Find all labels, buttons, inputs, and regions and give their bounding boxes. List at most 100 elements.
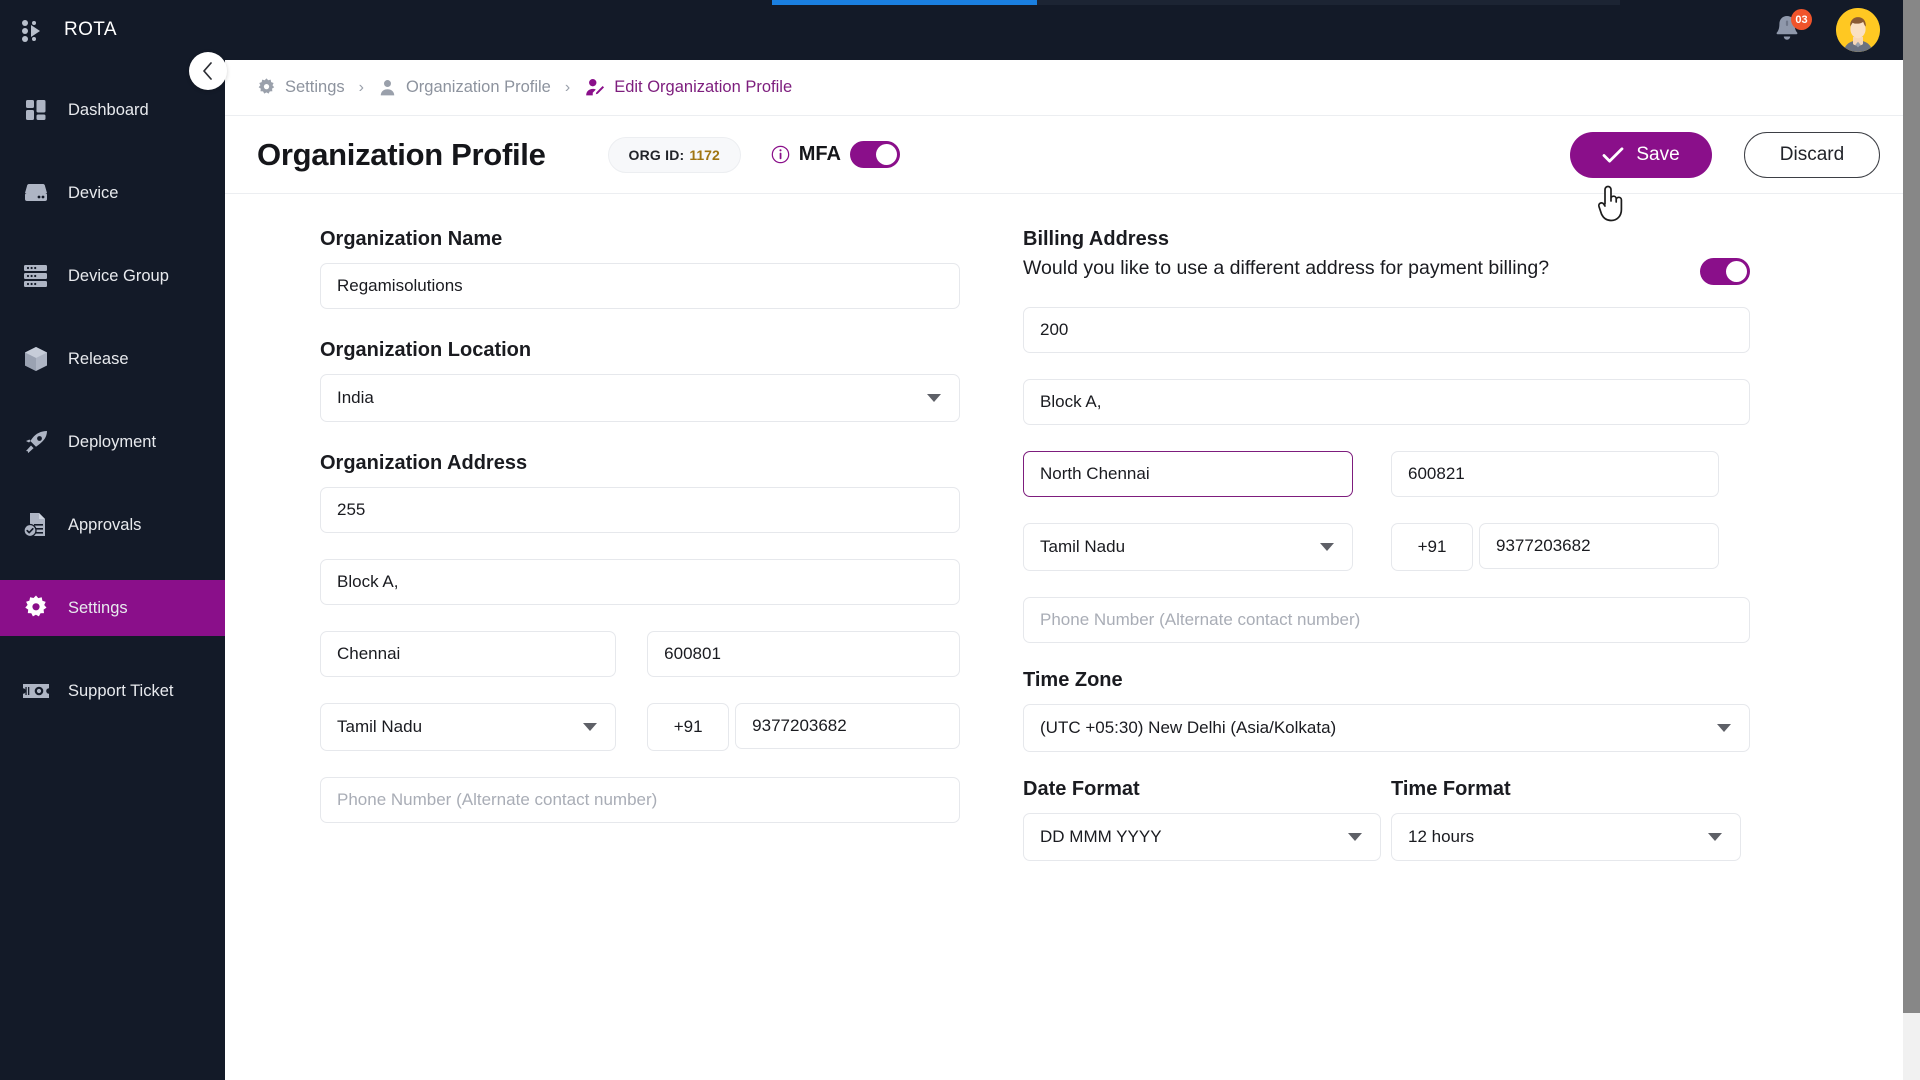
organization-address-line2-input[interactable]: Block A, — [320, 559, 960, 605]
sidebar-item-label: Deployment — [68, 433, 156, 452]
org-id-value: 1172 — [689, 147, 719, 163]
time-zone-select[interactable]: (UTC +05:30) New Delhi (Asia/Kolkata) — [1023, 704, 1750, 752]
billing-phone-input[interactable]: 9377203682 — [1479, 523, 1719, 569]
breadcrumb-item-edit-organization-profile[interactable]: Edit Organization Profile — [584, 77, 792, 98]
page-actions: Save Discard — [1570, 132, 1880, 178]
organization-name-input[interactable]: Regamisolutions — [320, 263, 960, 309]
billing-different-address-toggle[interactable] — [1700, 258, 1750, 285]
organization-address-state-select[interactable]: Tamil Nadu — [320, 703, 616, 751]
organization-location-select[interactable]: India — [320, 374, 960, 422]
billing-address-state-select[interactable]: Tamil Nadu — [1023, 523, 1353, 571]
organization-phone-input[interactable]: 9377203682 — [735, 703, 960, 749]
billing-address-header: Billing Address Would you like to use a … — [1023, 228, 1750, 285]
org-id-badge: ORG ID: 1172 — [608, 137, 741, 173]
breadcrumb-separator: › — [565, 79, 570, 97]
device-group-icon — [22, 262, 50, 290]
mfa-control: MFA — [771, 141, 900, 168]
billing-address-line2-input[interactable]: Block A, — [1023, 379, 1750, 425]
organization-address-city-zip-row: Chennai 600801 — [320, 631, 960, 677]
sidebar-item-label: Settings — [68, 599, 128, 618]
page-header: Organization Profile ORG ID: 1172 MFA — [225, 116, 1920, 194]
breadcrumb-item-organization-profile[interactable]: Organization Profile — [378, 78, 551, 97]
chevron-down-icon — [1320, 543, 1334, 551]
organization-location-value: India — [337, 388, 374, 408]
chevron-left-icon — [201, 62, 215, 80]
sidebar-collapse-button[interactable] — [189, 52, 227, 90]
sidebar-item-dashboard[interactable]: Dashboard — [0, 82, 225, 138]
billing-address-city-input[interactable]: North Chennai — [1023, 451, 1353, 497]
brand[interactable]: ROTA — [0, 0, 225, 60]
billing-address-zip-input[interactable]: 600821 — [1391, 451, 1719, 497]
sidebar-item-label: Approvals — [68, 516, 141, 535]
save-button[interactable]: Save — [1570, 132, 1712, 178]
discard-button-label: Discard — [1780, 144, 1844, 166]
notification-count-badge: 03 — [1791, 9, 1812, 30]
organization-phone-country-code[interactable]: +91 — [647, 703, 729, 751]
sidebar-item-release[interactable]: Release — [0, 331, 225, 387]
billing-details-column: Billing Address Would you like to use a … — [1005, 228, 1805, 1080]
date-time-format-row: Date Format DD MMM YYYY Time Format 12 h… — [1023, 778, 1750, 861]
chevron-down-icon — [927, 394, 941, 402]
breadcrumb-item-settings[interactable]: Settings — [257, 78, 345, 97]
notifications-button[interactable]: 03 — [1772, 13, 1806, 47]
info-circle-icon[interactable] — [771, 145, 790, 164]
sidebar-item-label: Device Group — [68, 267, 169, 286]
sidebar-item-device[interactable]: Device — [0, 165, 225, 221]
billing-alternate-phone-input[interactable]: Phone Number (Alternate contact number) — [1023, 597, 1750, 643]
sidebar-item-label: Device — [68, 184, 118, 203]
organization-address-label: Organization Address — [320, 452, 960, 475]
organization-address-city-input[interactable]: Chennai — [320, 631, 616, 677]
org-id-label: ORG ID: — [629, 147, 685, 163]
breadcrumb-separator: › — [359, 79, 364, 97]
time-format-select[interactable]: 12 hours — [1391, 813, 1741, 861]
billing-address-city-zip-row: North Chennai 600821 — [1023, 451, 1750, 497]
avatar[interactable] — [1836, 8, 1880, 52]
chevron-down-icon — [1348, 833, 1362, 841]
time-zone-label: Time Zone — [1023, 669, 1750, 692]
organization-profile-form: Organization Name Regamisolutions Organi… — [225, 194, 1920, 1080]
scrollbar-thumb[interactable] — [1903, 0, 1920, 1013]
chevron-down-icon — [1717, 724, 1731, 732]
billing-address-state-value: Tamil Nadu — [1040, 537, 1125, 557]
breadcrumb-item-label: Edit Organization Profile — [614, 78, 792, 97]
progress-segment-dark — [1037, 0, 1620, 5]
user-edit-icon — [584, 77, 605, 98]
organization-address-state-value: Tamil Nadu — [337, 717, 422, 737]
page-load-progress-bar — [0, 0, 1920, 5]
organization-address-zip-input[interactable]: 600801 — [647, 631, 960, 677]
rocket-icon — [22, 428, 50, 456]
billing-alternate-phone-placeholder: Phone Number (Alternate contact number) — [1040, 610, 1360, 630]
ticket-icon — [22, 677, 50, 705]
organization-address-line1-input[interactable]: 255 — [320, 487, 960, 533]
progress-segment-blue — [772, 0, 1037, 5]
mfa-toggle[interactable] — [850, 141, 900, 168]
sidebar-item-support-ticket[interactable]: Support Ticket — [0, 663, 225, 719]
date-format-select[interactable]: DD MMM YYYY — [1023, 813, 1381, 861]
sidebar-item-approvals[interactable]: Approvals — [0, 497, 225, 553]
sidebar-item-device-group[interactable]: Device Group — [0, 248, 225, 304]
brand-name: ROTA — [64, 19, 117, 41]
organization-alternate-phone-input[interactable]: Phone Number (Alternate contact number) — [320, 777, 960, 823]
page-title: Organization Profile — [257, 137, 546, 173]
billing-address-state-phone-row: Tamil Nadu +91 9377203682 — [1023, 523, 1750, 571]
time-format-value: 12 hours — [1408, 827, 1474, 847]
breadcrumb-item-label: Organization Profile — [406, 78, 551, 97]
main-area: 03 Settings — [225, 0, 1920, 1080]
billing-address-line1-input[interactable]: 200 — [1023, 307, 1750, 353]
sidebar-item-settings[interactable]: Settings — [0, 580, 225, 636]
billing-address-question: Would you like to use a different addres… — [1023, 255, 1676, 283]
time-zone-value: (UTC +05:30) New Delhi (Asia/Kolkata) — [1040, 718, 1336, 738]
discard-button[interactable]: Discard — [1744, 132, 1880, 178]
billing-phone-country-code[interactable]: +91 — [1391, 523, 1473, 571]
mfa-label: MFA — [799, 143, 841, 166]
sidebar-item-deployment[interactable]: Deployment — [0, 414, 225, 470]
gear-icon — [22, 594, 50, 622]
breadcrumb-item-label: Settings — [285, 78, 345, 97]
organization-location-label: Organization Location — [320, 339, 960, 362]
page-scrollbar[interactable] — [1903, 0, 1920, 1080]
sidebar-item-label: Support Ticket — [68, 682, 173, 701]
organization-name-label: Organization Name — [320, 228, 960, 251]
chevron-down-icon — [583, 723, 597, 731]
approvals-icon — [22, 511, 50, 539]
rota-dots-logo-icon — [22, 17, 48, 43]
